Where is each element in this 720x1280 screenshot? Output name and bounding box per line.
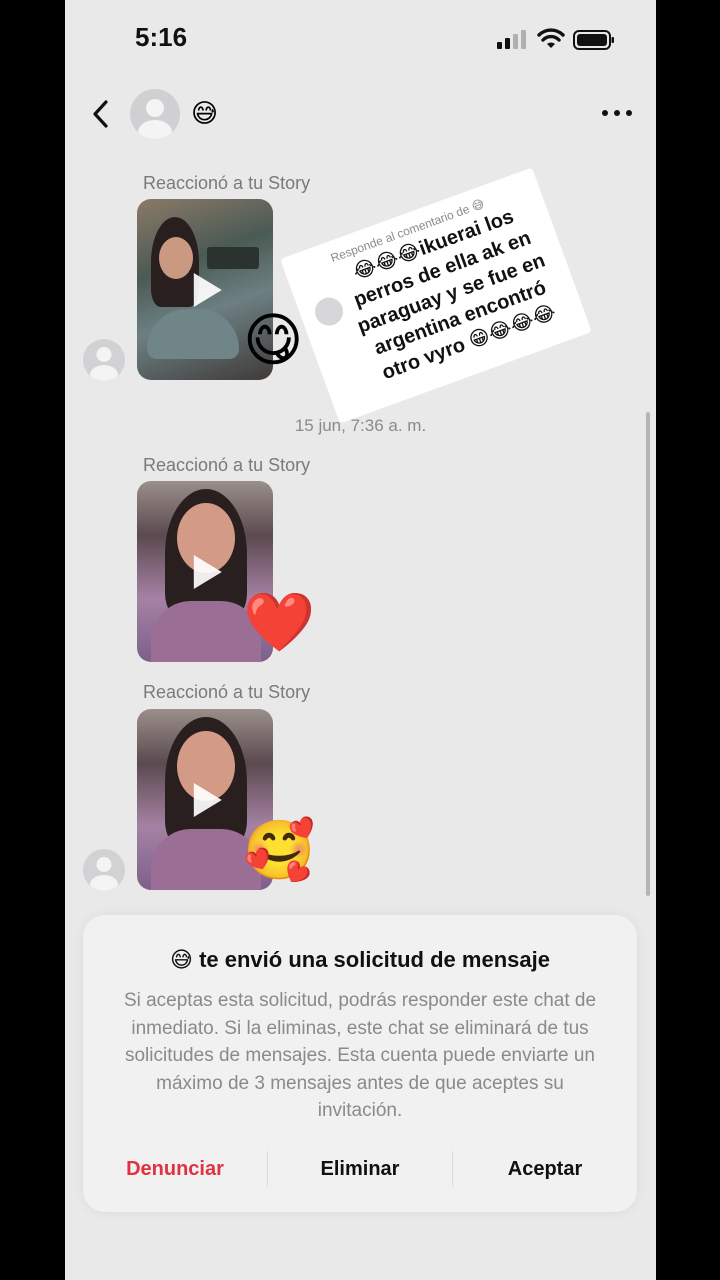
- sender-avatar: [83, 849, 125, 891]
- story-reaction-label: Reaccionó a tu Story: [143, 455, 311, 475]
- request-actions: Denunciar Eliminar Aceptar: [83, 1149, 637, 1189]
- accept-button[interactable]: Aceptar: [453, 1158, 637, 1181]
- contact-name[interactable]: 😅: [191, 98, 218, 129]
- report-button[interactable]: Denunciar: [83, 1158, 267, 1181]
- request-description: Si aceptas esta solicitud, podrás respon…: [123, 990, 597, 1121]
- chat-screen: 5:16 😅 Reaccionó a tu Story 😋 15 jun, 7:…: [65, 0, 656, 1280]
- sticker-text: 😂😂😂ikuerai los perros de ella ak en para…: [350, 205, 559, 385]
- delete-button[interactable]: Eliminar: [268, 1158, 452, 1181]
- reaction-emoji: 🥰: [243, 818, 316, 883]
- message-request-panel: 😅 te envió una solicitud de mensaje Si a…: [83, 915, 637, 1212]
- status-time: 5:16: [135, 22, 188, 52]
- comment-reply-sticker: Responde al comentario de 😅 😂😂😂ikuerai l…: [280, 167, 592, 424]
- contact-avatar[interactable]: [130, 89, 180, 139]
- message-timestamp: 15 jun, 7:36 a. m.: [294, 416, 427, 435]
- reaction-emoji: 😋: [243, 308, 304, 373]
- cellular-signal-icon: [497, 30, 526, 49]
- battery-icon: [573, 30, 614, 50]
- back-arrow-icon[interactable]: [87, 96, 117, 132]
- story-reaction-label: Reaccionó a tu Story: [143, 173, 311, 193]
- sender-avatar: [83, 339, 125, 381]
- play-icon: [193, 554, 222, 589]
- reaction-emoji: ❤️: [243, 590, 316, 655]
- play-icon: [193, 272, 222, 307]
- more-options-icon[interactable]: [602, 110, 632, 116]
- scrollbar[interactable]: [646, 412, 650, 896]
- story-reaction-label: Reaccionó a tu Story: [143, 682, 311, 702]
- status-bar: 5:16: [65, 0, 656, 80]
- wifi-icon: [537, 28, 565, 48]
- request-title: 😅 te envió una solicitud de mensaje: [170, 947, 550, 972]
- chat-header: 😅: [65, 84, 656, 144]
- play-icon: [193, 782, 222, 817]
